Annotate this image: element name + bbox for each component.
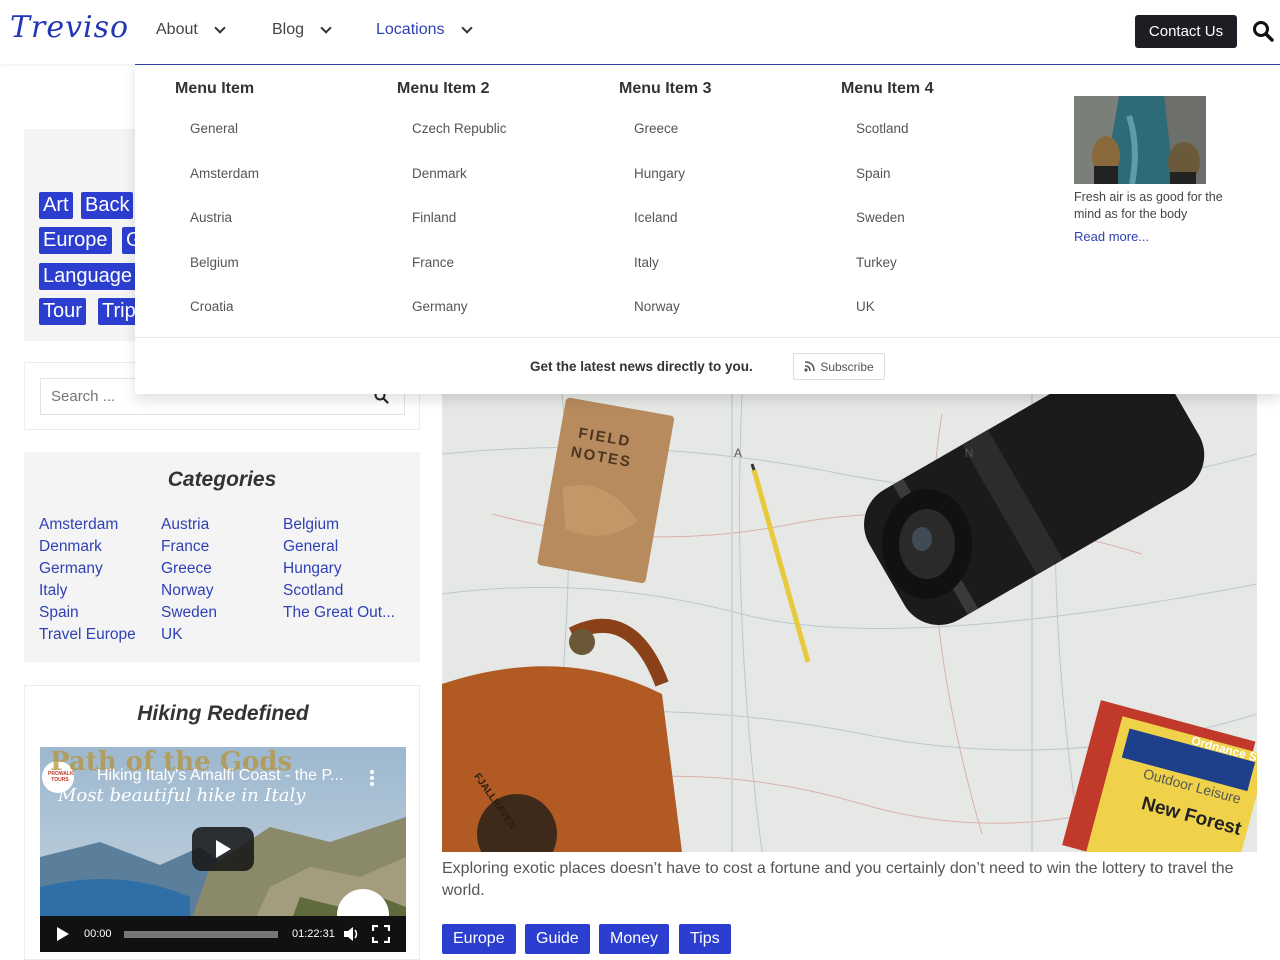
category-link[interactable]: Italy xyxy=(39,582,67,600)
play-icon xyxy=(216,840,231,858)
menu-divider xyxy=(135,337,1280,338)
menu-link[interactable]: Finland xyxy=(412,210,456,225)
category-link[interactable]: Greece xyxy=(161,560,212,578)
play-button[interactable] xyxy=(192,827,254,871)
newsletter-text: Get the latest news directly to you. xyxy=(530,359,753,374)
locations-mega-menu: Menu Item General Amsterdam Austria Belg… xyxy=(135,63,1280,394)
menu-link[interactable]: Denmark xyxy=(412,166,467,181)
category-link[interactable]: Sweden xyxy=(161,604,217,622)
video-controls: 00:00 01:22:31 xyxy=(40,916,406,952)
category-link[interactable]: Denmark xyxy=(39,538,102,556)
video-widget-title: Hiking Redefined xyxy=(137,702,309,725)
volume-icon[interactable] xyxy=(343,926,361,942)
nav-about[interactable]: About xyxy=(156,21,226,39)
menu-link[interactable]: Scotland xyxy=(856,121,909,136)
menu-column-heading[interactable]: Menu Item 2 xyxy=(397,80,489,98)
video-player[interactable]: Path of the Gods Most beautiful hike in … xyxy=(40,747,406,952)
nav-blog-label: Blog xyxy=(272,21,305,38)
post-featured-image[interactable]: FIELD NOTES A N FJALLRAVEN Ordnance Surv… xyxy=(442,394,1257,852)
video-widget: Hiking Redefined Path of the Gods Most b… xyxy=(24,685,420,960)
post-excerpt: Exploring exotic places doesn’t have to … xyxy=(442,860,1234,899)
post-tag-guide[interactable]: Guide xyxy=(525,924,590,954)
menu-column-heading[interactable]: Menu Item 3 xyxy=(619,80,711,98)
hiking-boots-photo xyxy=(1074,96,1206,184)
search-icon[interactable] xyxy=(1252,20,1274,42)
category-link[interactable]: Austria xyxy=(161,516,209,534)
menu-link[interactable]: General xyxy=(190,121,238,136)
category-link[interactable]: Norway xyxy=(161,582,214,600)
tag-back[interactable]: Back xyxy=(81,192,134,219)
subscribe-button[interactable]: Subscribe xyxy=(793,353,885,380)
duration: 01:22:31 xyxy=(292,928,335,940)
menu-link[interactable]: Hungary xyxy=(634,166,685,181)
promo-text: Fresh air is as good for the mind as for… xyxy=(1074,190,1223,221)
menu-link[interactable]: Norway xyxy=(634,299,680,314)
rss-icon xyxy=(804,361,816,372)
categories-widget: Categories Amsterdam Austria Belgium Den… xyxy=(24,452,420,662)
tag-tour[interactable]: Tour xyxy=(39,298,86,325)
fullscreen-icon[interactable] xyxy=(372,925,390,943)
category-link[interactable]: France xyxy=(161,538,209,556)
category-link[interactable]: Scotland xyxy=(283,582,343,600)
menu-link[interactable]: Czech Republic xyxy=(412,121,507,136)
tag-art[interactable]: Art xyxy=(39,192,73,219)
tag-language[interactable]: Language xyxy=(39,263,136,290)
nav-about-label: About xyxy=(156,21,198,38)
menu-link[interactable]: France xyxy=(412,255,454,270)
menu-link[interactable]: Amsterdam xyxy=(190,166,259,181)
menu-link[interactable]: Spain xyxy=(856,166,891,181)
menu-link[interactable]: Croatia xyxy=(190,299,234,314)
category-link[interactable]: UK xyxy=(161,626,183,644)
category-link[interactable]: Belgium xyxy=(283,516,339,534)
channel-logo: PROWALK TOURS xyxy=(48,771,74,783)
categories-title: Categories xyxy=(167,468,277,491)
more-options-icon[interactable] xyxy=(366,769,378,787)
menu-column-heading[interactable]: Menu Item 4 xyxy=(841,80,933,98)
site-header: Treviso About Blog Locations Contact Us xyxy=(0,0,1280,64)
read-more-link[interactable]: Read more... xyxy=(1074,229,1149,244)
menu-link[interactable]: Belgium xyxy=(190,255,239,270)
nav-blog[interactable]: Blog xyxy=(272,21,332,39)
chevron-down-icon xyxy=(320,22,332,34)
promo-image[interactable] xyxy=(1074,96,1206,184)
menu-link[interactable]: Italy xyxy=(634,255,659,270)
chevron-down-icon xyxy=(214,22,226,34)
video-title[interactable]: Hiking Italy's Amalfi Coast - the P... xyxy=(97,767,343,785)
tag-europe[interactable]: Europe xyxy=(39,227,112,254)
menu-link[interactable]: Austria xyxy=(190,210,232,225)
category-link[interactable]: Amsterdam xyxy=(39,516,118,534)
contact-us-button[interactable]: Contact Us xyxy=(1135,15,1237,48)
category-link[interactable]: General xyxy=(283,538,338,556)
menu-link[interactable]: Sweden xyxy=(856,210,905,225)
category-link[interactable]: Germany xyxy=(39,560,103,578)
site-logo[interactable]: Treviso xyxy=(10,10,129,45)
menu-link[interactable]: Germany xyxy=(412,299,468,314)
video-overlay-subtitle: Most beautiful hike in Italy xyxy=(58,785,306,806)
progress-bar[interactable] xyxy=(124,931,278,938)
tag-trip[interactable]: Trip xyxy=(98,298,140,325)
menu-link[interactable]: Turkey xyxy=(856,255,897,270)
category-link[interactable]: Spain xyxy=(39,604,79,622)
post-tag-money[interactable]: Money xyxy=(599,924,670,954)
chevron-down-icon xyxy=(460,22,473,34)
nav-locations[interactable]: Locations xyxy=(376,21,473,39)
map-letters: A N xyxy=(734,446,1084,460)
category-link[interactable]: Travel Europe xyxy=(39,626,136,644)
menu-link[interactable]: Iceland xyxy=(634,210,678,225)
current-time: 00:00 xyxy=(84,928,112,940)
menu-link[interactable]: Greece xyxy=(634,121,678,136)
subscribe-label: Subscribe xyxy=(820,359,874,374)
map-photo xyxy=(442,394,1257,852)
play-icon[interactable] xyxy=(56,926,70,942)
menu-column-heading[interactable]: Menu Item xyxy=(175,80,254,98)
nav-locations-label: Locations xyxy=(376,21,445,38)
category-link[interactable]: Hungary xyxy=(283,560,342,578)
post-tag-europe[interactable]: Europe xyxy=(442,924,516,954)
menu-link[interactable]: UK xyxy=(856,299,875,314)
post-tag-tips[interactable]: Tips xyxy=(679,924,731,954)
category-link[interactable]: The Great Out... xyxy=(283,604,395,622)
